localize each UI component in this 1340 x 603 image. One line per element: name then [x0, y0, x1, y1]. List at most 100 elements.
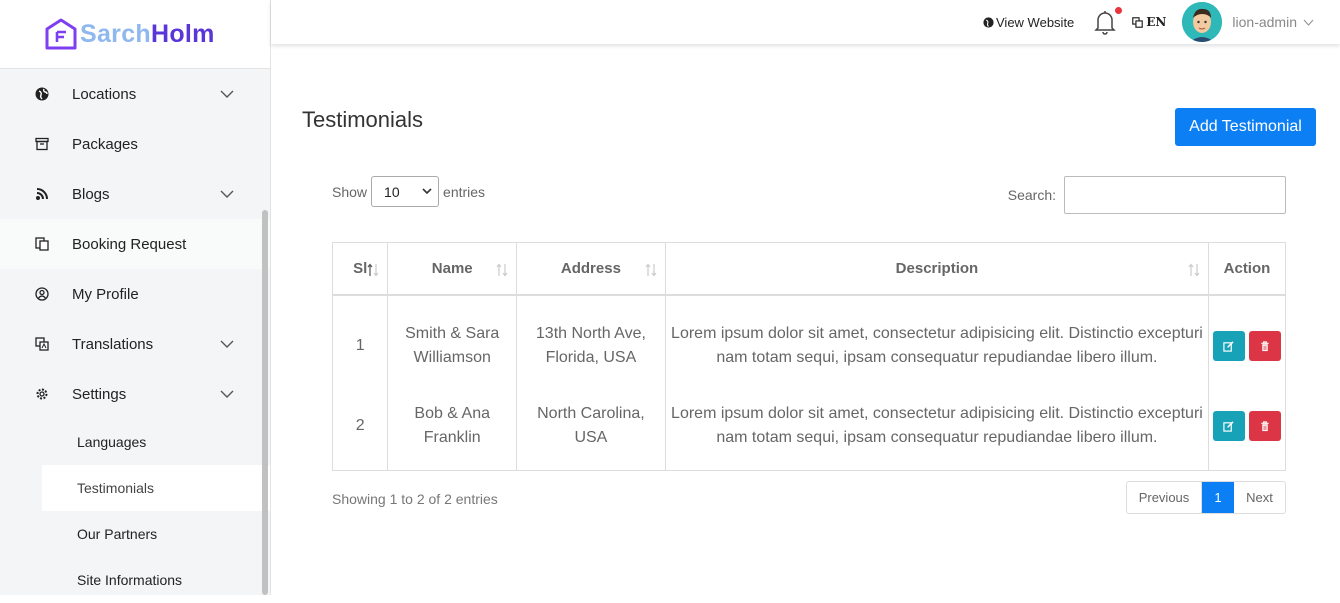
bell-icon	[1094, 9, 1116, 35]
user-circle-icon	[34, 286, 50, 302]
entries-select-value: 10	[384, 184, 400, 200]
view-website-link[interactable]: View Website	[983, 15, 1074, 30]
entries-length-control: Show 10 entries	[332, 176, 485, 207]
sidebar-item-label: Blogs	[72, 186, 110, 203]
testimonials-table: Sl Name Address Description Action 1 Smi…	[332, 242, 1286, 471]
show-label: Show	[332, 184, 367, 200]
chevron-down-icon	[220, 387, 234, 401]
delete-button[interactable]	[1249, 331, 1281, 361]
copy-icon	[34, 236, 50, 252]
cell-action	[1208, 295, 1285, 383]
column-header-label: Description	[896, 260, 979, 277]
sidebar-subitem-our-partners[interactable]: Our Partners	[0, 511, 270, 557]
column-header-label: Name	[432, 260, 473, 277]
trash-icon	[1260, 421, 1270, 432]
sort-icon	[496, 263, 508, 277]
cell-sl: 2	[333, 383, 388, 471]
language-label: EN	[1146, 15, 1166, 29]
notification-bell[interactable]	[1094, 9, 1118, 35]
cell-description: Lorem ipsum dolor sit amet, consectetur …	[665, 383, 1208, 471]
sidebar-item-blogs[interactable]: Blogs	[0, 169, 270, 219]
language-selector[interactable]: EN	[1132, 15, 1166, 29]
search-label: Search:	[1008, 187, 1056, 203]
chevron-down-icon	[422, 188, 432, 195]
search-input[interactable]	[1064, 176, 1286, 214]
chevron-down-icon	[220, 87, 234, 101]
sidebar-item-my-profile[interactable]: My Profile	[0, 269, 270, 319]
sidebar-item-packages[interactable]: Packages	[0, 119, 270, 169]
column-header-label: Action	[1224, 260, 1271, 277]
edit-button[interactable]	[1213, 411, 1245, 441]
cell-description: Lorem ipsum dolor sit amet, consectetur …	[665, 295, 1208, 383]
brand-part1: Sarch	[80, 20, 151, 48]
cell-name: Smith & Sara Williamson	[388, 295, 516, 383]
table-info: Showing 1 to 2 of 2 entries	[332, 491, 498, 507]
pagination: Previous 1 Next	[1126, 481, 1286, 514]
column-header-name[interactable]: Name	[388, 243, 516, 295]
sidebar-subitem-languages[interactable]: Languages	[0, 419, 270, 465]
rss-icon	[34, 186, 50, 202]
sidebar-subitem-testimonials[interactable]: Testimonials	[42, 465, 270, 511]
table-row: 2 Bob & Ana Franklin North Carolina, USA…	[333, 383, 1286, 471]
username: lion-admin	[1232, 14, 1297, 30]
topbar: View Website EN lion-admin	[271, 0, 1340, 44]
entries-select[interactable]: 10	[371, 176, 439, 207]
globe-icon	[983, 17, 994, 28]
column-header-sl[interactable]: Sl	[333, 243, 388, 295]
column-header-label: Sl	[353, 260, 367, 277]
sidebar-item-booking-request[interactable]: Booking Request	[0, 219, 270, 269]
column-header-action: Action	[1208, 243, 1285, 295]
chevron-down-icon	[220, 337, 234, 351]
translate-icon	[34, 336, 50, 352]
sidebar-item-label: My Profile	[72, 286, 139, 303]
sort-icon	[1188, 263, 1200, 277]
entries-label: entries	[443, 184, 485, 200]
page-1-button[interactable]: 1	[1202, 482, 1234, 513]
user-menu[interactable]: lion-admin	[1232, 14, 1314, 30]
sidebar-item-translations[interactable]: Translations	[0, 319, 270, 369]
next-page-button[interactable]: Next	[1234, 482, 1285, 513]
sidebar: SarchHolm Locations Packages Blogs Booki…	[0, 0, 271, 595]
caret-down-icon	[1303, 19, 1314, 26]
cell-address: 13th North Ave, Florida, USA	[516, 295, 665, 383]
notification-dot	[1115, 7, 1122, 14]
sort-icon	[645, 263, 657, 277]
archive-icon	[34, 136, 50, 152]
page-title: Testimonials	[302, 107, 423, 133]
avatar[interactable]	[1182, 2, 1222, 42]
globe-icon	[34, 86, 50, 102]
edit-button[interactable]	[1213, 331, 1245, 361]
cell-address: North Carolina, USA	[516, 383, 665, 471]
chevron-down-icon	[220, 187, 234, 201]
previous-page-button[interactable]: Previous	[1127, 482, 1202, 513]
edit-icon	[1223, 421, 1234, 432]
translate-icon	[1132, 17, 1143, 28]
sidebar-item-label: Packages	[72, 136, 138, 153]
sidebar-item-label: Translations	[72, 336, 153, 353]
add-testimonial-button[interactable]: Add Testimonial	[1175, 108, 1316, 146]
view-website-label: View Website	[996, 15, 1074, 30]
column-header-address[interactable]: Address	[516, 243, 665, 295]
brand-logo[interactable]: SarchHolm	[0, 0, 270, 69]
sort-asc-icon	[367, 263, 379, 277]
sidebar-item-settings[interactable]: Settings	[0, 369, 270, 419]
delete-button[interactable]	[1249, 411, 1281, 441]
cell-action	[1208, 383, 1285, 471]
main-content: Testimonials Add Testimonial Show 10 ent…	[271, 44, 1340, 595]
brand-part2: Holm	[151, 20, 215, 48]
sidebar-menu: Locations Packages Blogs Booking Request…	[0, 69, 270, 603]
cell-sl: 1	[333, 295, 388, 383]
sidebar-item-label: Settings	[72, 386, 126, 403]
search-control: Search:	[1008, 176, 1286, 214]
table-row: 1 Smith & Sara Williamson 13th North Ave…	[333, 295, 1286, 383]
sidebar-scrollbar[interactable]	[262, 210, 268, 595]
edit-icon	[1223, 341, 1234, 352]
trash-icon	[1260, 341, 1270, 352]
cell-name: Bob & Ana Franklin	[388, 383, 516, 471]
sidebar-item-locations[interactable]: Locations	[0, 69, 270, 119]
sidebar-item-label: Booking Request	[72, 236, 186, 253]
home-logo-icon	[44, 18, 78, 50]
column-header-label: Address	[561, 260, 621, 277]
column-header-description[interactable]: Description	[665, 243, 1208, 295]
sidebar-subitem-site-informations[interactable]: Site Informations	[0, 557, 270, 603]
